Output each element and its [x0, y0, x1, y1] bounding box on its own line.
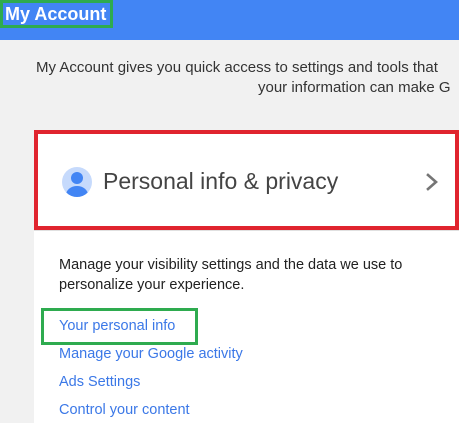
- link-manage-google-activity[interactable]: Manage your Google activity: [59, 344, 243, 364]
- person-avatar-icon: [62, 167, 92, 197]
- personal-info-privacy-card: Personal info & privacy Manage your visi…: [34, 130, 459, 423]
- intro-line-2: your information can make G: [258, 79, 451, 96]
- link-ads-settings[interactable]: Ads Settings: [59, 372, 140, 392]
- link-control-your-content[interactable]: Control your content: [59, 400, 190, 420]
- app-title[interactable]: My Account: [0, 0, 113, 28]
- personal-info-privacy-header[interactable]: Personal info & privacy: [34, 130, 459, 230]
- top-app-bar: My Account: [0, 0, 459, 40]
- intro-text: My Account gives you quick access to set…: [36, 58, 459, 98]
- link-your-personal-info[interactable]: Your personal info: [59, 316, 175, 336]
- card-divider: [34, 230, 459, 231]
- chevron-right-icon: [426, 173, 438, 191]
- card-description: Manage your visibility settings and the …: [59, 257, 403, 293]
- intro-line-1: My Account gives you quick access to set…: [36, 59, 438, 76]
- card-title: Personal info & privacy: [103, 168, 339, 194]
